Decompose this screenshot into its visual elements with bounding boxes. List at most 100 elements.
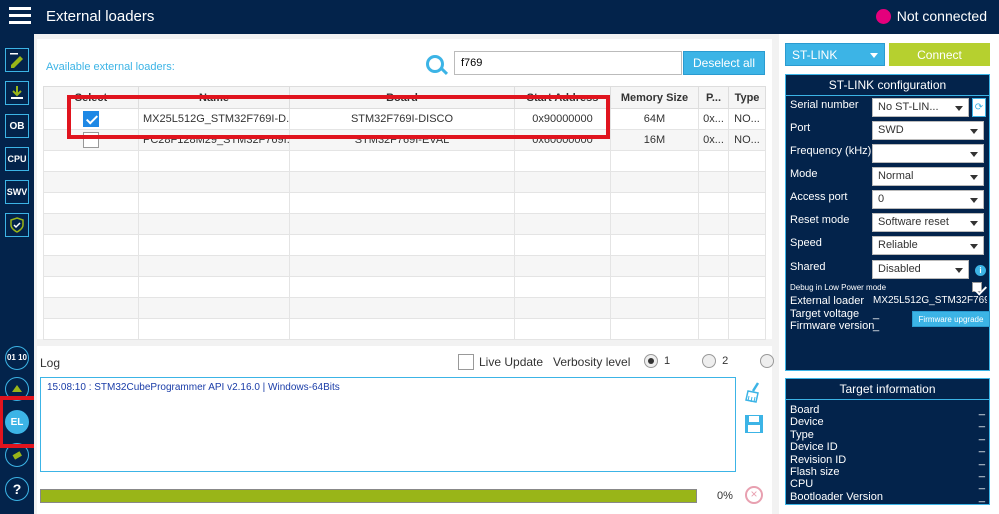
security-shield-icon[interactable] (5, 213, 29, 237)
log-line: 15:08:10 : STM32CubeProgrammer API v2.16… (47, 382, 340, 393)
target-label: Flash size (790, 465, 840, 478)
target-row-revision-id: Revision ID _ (786, 454, 989, 466)
connection-status-text: Not connected (896, 8, 987, 24)
frequency-label: Frequency (kHz) (790, 145, 872, 157)
speed-select[interactable]: Reliable (872, 236, 984, 255)
reset-mode-label: Reset mode (790, 214, 850, 226)
page-title: External loaders (46, 8, 155, 25)
left-sidebar: OB CPU SWV 01 10 EL ? (0, 34, 53, 514)
empty-row (43, 171, 766, 193)
log-output[interactable]: 15:08:10 : STM32CubeProgrammer API v2.16… (40, 377, 736, 472)
cancel-icon[interactable]: × (745, 486, 763, 504)
empty-row (43, 318, 766, 340)
target-value: _ (978, 490, 985, 503)
empty-row (43, 234, 766, 256)
frequency-select[interactable] (872, 144, 984, 163)
p-cell: 0x... (698, 108, 729, 130)
shared-select[interactable]: Disabled (872, 260, 969, 279)
save-log-icon[interactable] (744, 414, 764, 437)
connection-status: Not connected (875, 8, 987, 24)
live-update-label: Live Update (479, 355, 544, 369)
target-voltage-label: Target voltage (790, 308, 860, 320)
type-cell: NO... (728, 129, 766, 151)
target-info-title: Target information (786, 379, 989, 400)
port-select[interactable]: SWD (872, 121, 984, 140)
target-label: Bootloader Version (790, 490, 883, 503)
col-type[interactable]: Type (728, 86, 766, 109)
stlink-config-title: ST-LINK configuration (786, 75, 989, 96)
option-bytes-icon[interactable]: OB (5, 114, 29, 138)
speed-label: Speed (790, 237, 822, 249)
target-row-flash-size: Flash size _ (786, 466, 989, 478)
reset-mode-select[interactable]: Software reset (872, 213, 984, 232)
mode-select[interactable]: Normal (872, 167, 984, 186)
verbosity-level-2: 2 (722, 355, 729, 367)
live-update-checkbox[interactable] (458, 354, 474, 370)
cpu-icon[interactable]: CPU (5, 147, 29, 171)
highlight-annotation (67, 95, 610, 139)
serial-select[interactable]: No ST-LIN... (872, 98, 969, 117)
empty-row (43, 213, 766, 235)
external-loader-label: External loader (790, 295, 864, 307)
empty-row (43, 150, 766, 172)
firmware-upgrade-button[interactable]: Firmware upgrade (912, 311, 990, 327)
target-info-list: Board _ Device _ Type _ Device ID _ Revision… (786, 400, 989, 503)
target-value: _ (978, 453, 985, 466)
log-title: Log (40, 356, 61, 370)
available-loaders-label: Available external loaders: (46, 61, 175, 73)
binary-icon[interactable]: 01 10 (5, 346, 29, 370)
target-row-device: Device _ (786, 416, 989, 428)
port-label: Port (790, 122, 811, 134)
target-value: _ (978, 416, 985, 429)
empty-row (43, 255, 766, 277)
target-value: _ (978, 404, 985, 416)
menu-icon[interactable] (9, 7, 31, 25)
connect-button[interactable]: Connect (889, 43, 990, 66)
access-port-select[interactable]: 0 (872, 190, 984, 209)
target-value: _ (978, 441, 985, 454)
search-input[interactable] (454, 51, 682, 75)
target-value: _ (978, 478, 985, 491)
refresh-icon[interactable]: ⟳ (972, 98, 986, 117)
firmware-version-label: Firmware version (790, 320, 875, 332)
edit-memory-icon[interactable] (5, 48, 29, 72)
verbosity-radio-1[interactable] (644, 354, 658, 368)
chevron-down-icon (870, 53, 878, 58)
swv-icon[interactable]: SWV (5, 180, 29, 204)
search-icon[interactable] (426, 55, 444, 73)
verbosity-radio-3[interactable] (760, 354, 775, 368)
mode-label: Mode (790, 168, 818, 180)
verbosity-level-1: 1 (664, 355, 671, 367)
status-dot-icon (875, 8, 891, 24)
interface-select[interactable]: ST-LINK (785, 43, 885, 66)
target-label: Device (790, 416, 824, 429)
debug-low-power-label: Debug in Low Power mode (790, 283, 887, 292)
target-label: Type (790, 428, 814, 441)
memory-size-cell: 64M (610, 108, 699, 130)
info-icon[interactable]: i (975, 265, 986, 276)
progress-percent: 0% (717, 490, 733, 502)
verbosity-label: Verbosity level (553, 355, 631, 369)
target-row-board: Board _ (786, 404, 989, 416)
empty-row (43, 276, 766, 298)
p-cell: 0x... (698, 129, 729, 151)
download-icon[interactable] (5, 81, 29, 105)
help-icon[interactable]: ? (5, 477, 29, 501)
memory-size-cell: 16M (610, 129, 699, 151)
empty-row (43, 192, 766, 214)
target-label: Revision ID (790, 453, 847, 466)
clear-log-icon[interactable] (744, 382, 764, 407)
target-value: _ (978, 428, 985, 441)
col-p[interactable]: P... (698, 86, 729, 109)
progress-fill (41, 490, 696, 502)
col-memory-size[interactable]: Memory Size (610, 86, 699, 109)
debug-low-power-checkbox[interactable] (972, 282, 982, 292)
target-label: Device ID (790, 441, 838, 454)
verbosity-radio-2[interactable] (702, 354, 717, 368)
target-row-type: Type _ (786, 429, 989, 441)
deselect-all-button[interactable]: Deselect all (683, 51, 765, 75)
access-port-label: Access port (790, 191, 848, 203)
shared-label: Shared (790, 261, 826, 273)
live-update[interactable]: Live Update (458, 354, 543, 370)
target-voltage-value: _ (873, 308, 880, 320)
